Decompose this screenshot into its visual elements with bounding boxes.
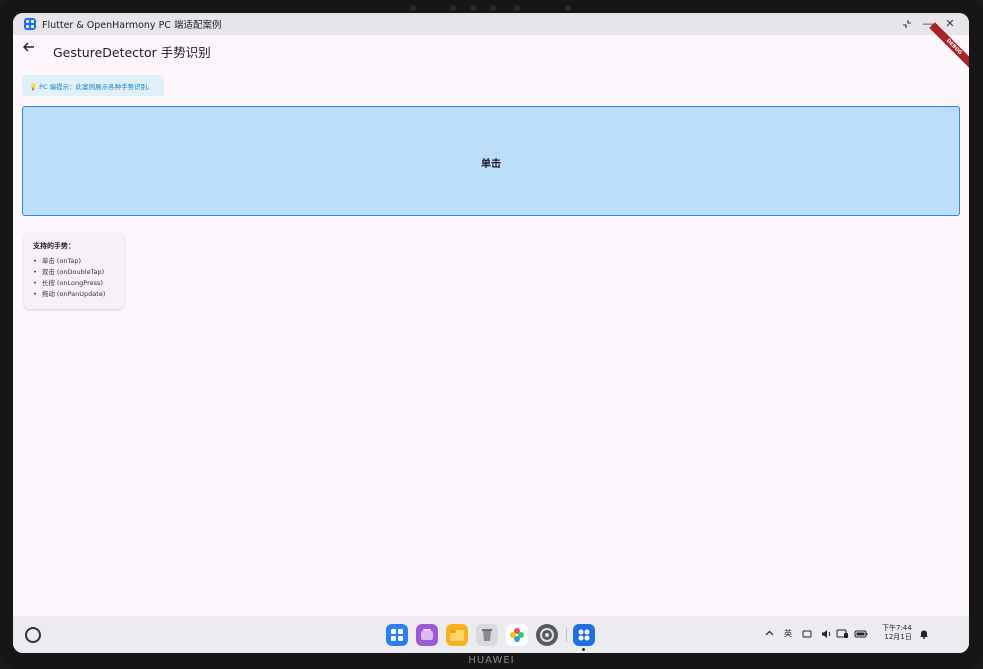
restore-button[interactable] — [899, 16, 915, 32]
camera-dot — [450, 5, 456, 11]
close-button[interactable]: ✕ — [942, 16, 958, 32]
tablet-device: Flutter & OpenHarmony PC 端适配案例 — ✕ Gestu… — [0, 0, 983, 669]
dock-separator — [566, 628, 567, 642]
files-icon[interactable] — [446, 624, 468, 646]
device-brand: HUAWEI — [468, 655, 515, 666]
clock[interactable]: 下午7:44 12月1日 — [882, 624, 912, 642]
window-title: Flutter & OpenHarmony PC 端适配案例 — [42, 20, 222, 31]
screenshot-icon[interactable] — [802, 629, 812, 642]
app-bar: GestureDetector 手势识别 DEBUG — [13, 22, 969, 72]
supported-gestures-card: 支持的手势： 单击 (onTap) 双击 (onDoubleTap) 长按 (o… — [24, 232, 124, 309]
camera-dot — [565, 5, 571, 11]
multitask-icon[interactable] — [416, 624, 438, 646]
list-item: 双击 (onDoubleTap) — [33, 267, 105, 278]
list-item: 拖动 (onPanUpdate) — [33, 289, 106, 300]
gesture-list: 单击 (onTap) 双击 (onDoubleTap) 长按 (onLongPr… — [33, 256, 106, 300]
bell-icon[interactable] — [919, 629, 929, 642]
card-title: 支持的手势： — [33, 242, 75, 250]
app-grid-icon — [24, 18, 36, 30]
running-indicator — [582, 648, 585, 651]
restore-icon — [903, 20, 911, 28]
camera-dot — [410, 5, 416, 11]
flutter-app-icon[interactable] — [573, 624, 595, 646]
screen: Flutter & OpenHarmony PC 端适配案例 — ✕ Gestu… — [13, 13, 969, 653]
trash-icon[interactable] — [476, 624, 498, 646]
camera-dot — [514, 5, 520, 11]
arrow-left-icon — [23, 42, 34, 52]
back-button[interactable] — [22, 40, 38, 56]
clock-date: 12月1日 — [884, 633, 912, 641]
list-item: 单击 (onTap) — [33, 256, 105, 267]
clock-time: 下午7:44 — [882, 624, 912, 632]
pc-tip-banner: 💡 PC 端提示：此案例展示各种手势识别。 — [22, 75, 164, 96]
tip-text: 💡 PC 端提示：此案例展示各种手势识别。 — [29, 83, 154, 91]
app-center-icon[interactable] — [386, 624, 408, 646]
camera-dot — [490, 5, 496, 11]
volume-icon[interactable] — [821, 629, 832, 642]
start-button[interactable] — [25, 627, 41, 643]
settings-icon[interactable] — [536, 624, 558, 646]
camera-dot — [470, 5, 476, 11]
gesture-label: 单击 — [481, 159, 501, 170]
gesture-detector-area[interactable]: 单击 — [22, 106, 960, 216]
page-title: GestureDetector 手势识别 — [53, 45, 211, 60]
close-icon: ✕ — [945, 17, 955, 30]
gallery-icon[interactable] — [506, 624, 528, 646]
network-icon[interactable] — [836, 629, 849, 642]
list-item: 长按 (onLongPress) — [33, 278, 105, 289]
taskbar: 英 下午7:44 12月1日 — [13, 616, 969, 653]
chevron-up-icon[interactable] — [765, 629, 774, 641]
input-language-button[interactable]: 英 — [784, 629, 792, 639]
window-titlebar[interactable]: Flutter & OpenHarmony PC 端适配案例 — ✕ — [13, 13, 969, 35]
battery-icon[interactable] — [854, 629, 868, 642]
